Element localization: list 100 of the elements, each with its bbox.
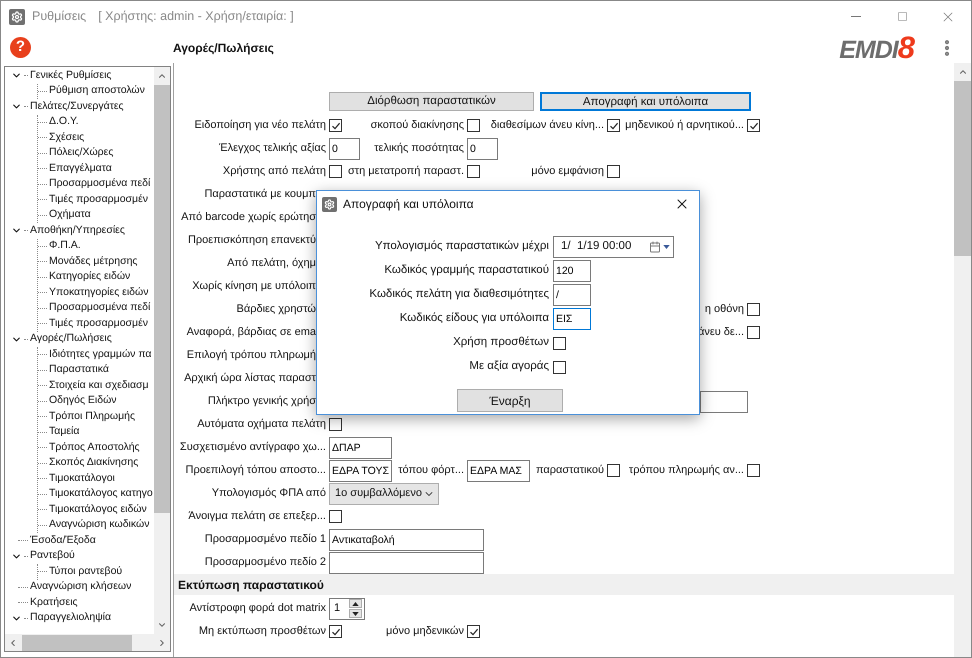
tree-item[interactable]: Δ.Ο.Υ. — [47, 114, 79, 130]
field-label: Χρήση προσθέτων — [452, 335, 550, 350]
tree-item[interactable]: Σκοπός Διακίνησης — [47, 455, 138, 472]
dropdown-select[interactable]: 1ο συμβαλλόμενο — [329, 482, 439, 504]
checkbox[interactable] — [329, 510, 342, 523]
text-field[interactable]: 0 — [329, 138, 360, 160]
tree-item[interactable]: Γενικές Ρυθμίσεις — [28, 68, 112, 84]
tree-item[interactable]: Ταμεία — [47, 424, 80, 440]
field-label: Αντίστροφη φορά dot matrix — [190, 601, 327, 616]
tree-item[interactable]: Αναγνώριση κωδικών — [47, 517, 150, 534]
tree-item[interactable]: Τιμοκατάλογοι — [47, 470, 115, 487]
tree-item[interactable]: Προσαρμοσμένα πεδί — [47, 300, 150, 316]
tree-item[interactable]: Ραντεβού — [28, 548, 75, 564]
checkbox[interactable] — [329, 119, 342, 132]
field-label: Βάρδιες χρηστώ — [236, 302, 317, 318]
tree-item[interactable]: Τιμοκατάλογος ειδών — [47, 502, 147, 518]
checkbox[interactable] — [553, 336, 566, 350]
field-label: Μη εκτύπωση προσθέτων — [198, 624, 327, 640]
tree-item[interactable]: Ιδιότητες γραμμών πα — [47, 346, 152, 363]
field-label: Χωρίς κίνηση με υπόλοιπ — [192, 279, 317, 294]
logo: EMDI8 — [839, 32, 915, 63]
tree-item[interactable]: Επαγγέλματα — [47, 160, 112, 177]
tree-item[interactable]: Προσαρμοσμένα πεδί — [47, 176, 150, 192]
checkbox[interactable] — [467, 119, 480, 132]
vertical-scrollbar[interactable] — [954, 63, 971, 657]
checkbox[interactable] — [467, 625, 480, 638]
tree-item[interactable]: Έσοδα/Έξοδα — [28, 532, 96, 549]
field-label: Επιλογή τρόπου πληρωμή — [186, 348, 317, 364]
tree-item[interactable]: Τιμές προσαρμοσμέν — [47, 192, 148, 208]
text-field[interactable]: / — [553, 284, 591, 306]
window-context: [ Χρήστης: admin - Χρήση/εταιρία: ] — [98, 8, 294, 26]
tree-item[interactable]: Αγορές/Πωλήσεις — [28, 331, 112, 348]
text-field[interactable]: ΕΙΣ — [553, 308, 591, 330]
checkbox[interactable] — [607, 464, 620, 477]
tree-item[interactable]: Πόλεις/Χώρες — [47, 145, 114, 162]
tree-item[interactable]: Φ.Π.Α. — [47, 238, 81, 254]
checkbox[interactable] — [607, 165, 620, 178]
date-picker[interactable]: 1/ 1/19 00:00 — [553, 236, 674, 258]
field-label: Υπολογισμός παραστατικών μέχρι — [374, 239, 550, 254]
tree-item[interactable]: Οχήματα — [47, 207, 91, 224]
checkbox[interactable] — [747, 464, 760, 477]
horizontal-scrollbar[interactable] — [5, 634, 170, 651]
tree-item[interactable]: Σχέσεις — [47, 130, 84, 146]
settings-icon — [322, 196, 337, 212]
text-field[interactable]: ΕΔΡΑ ΤΟΥΣ — [329, 460, 392, 482]
tree-item[interactable]: Υποκατηγορίες ειδών — [47, 284, 148, 301]
text-field[interactable]: 0 — [467, 138, 498, 160]
text-field[interactable] — [329, 552, 484, 574]
spin-down-button[interactable] — [349, 609, 362, 618]
field-label: Από barcode χωρίς ερώτησ — [181, 210, 317, 226]
tree-item[interactable]: Τρόποι Πληρωμής — [47, 408, 136, 425]
tree-item[interactable]: Κρατήσεις — [28, 594, 78, 611]
text-field[interactable]: Αντικαταβολή — [329, 528, 484, 550]
checkbox[interactable] — [329, 625, 342, 638]
text-field[interactable]: 120 — [553, 260, 591, 282]
field-label: διαθεσίμων άνευ κίνη... — [490, 118, 605, 134]
tree-item[interactable]: Πελάτες/Συνεργάτες — [28, 98, 124, 115]
start-button[interactable]: Έναρξη — [457, 389, 563, 412]
text-field[interactable]: ΕΔΡΑ ΜΑΣ — [467, 460, 530, 482]
tree-item[interactable]: Παραγγελιοληψία — [28, 610, 112, 626]
field-label: τόπου φόρτ... — [398, 463, 465, 478]
calendar-icon[interactable] — [649, 241, 661, 253]
tree-item[interactable]: Οδηγός Ειδών — [47, 393, 117, 410]
checkbox[interactable] — [607, 119, 620, 132]
checkbox[interactable] — [329, 165, 342, 178]
tree-item[interactable]: Τιμές προσαρμοσμέν — [47, 316, 148, 332]
checkbox[interactable] — [329, 418, 342, 431]
tree-item[interactable]: Τρόπος Αποστολής — [47, 440, 140, 456]
tree-item[interactable]: Στοιχεία και σχεδιασμ — [47, 378, 149, 394]
tree-item[interactable]: Μονάδες μέτρησης — [47, 254, 138, 270]
field-label: Έλεγχος τελικής αξίας — [218, 141, 327, 156]
checkbox[interactable] — [467, 165, 480, 178]
tab-button[interactable]: Απογραφή και υπόλοιπα — [540, 92, 751, 111]
tree-item[interactable]: Ρύθμιση αποστολών — [47, 83, 145, 100]
tree-item[interactable]: Αποθήκη/Υπηρεσίες — [28, 222, 125, 239]
tree-item[interactable]: Αναγνώριση κλήσεων — [28, 579, 132, 596]
vertical-scrollbar[interactable] — [154, 67, 170, 634]
tree-item[interactable]: Τύποι ραντεβού — [47, 564, 122, 580]
tree-item[interactable]: Παραστατικά — [47, 362, 109, 378]
tab-button[interactable]: Διόρθωση παραστατικών — [329, 92, 534, 111]
help-button[interactable]: ? — [10, 37, 31, 58]
checkbox[interactable] — [747, 303, 760, 316]
field-label: Αναφορά, βάρδιας σε ema — [186, 325, 317, 340]
field-label: τελικής ποσότητας — [374, 141, 465, 156]
checkbox[interactable] — [553, 360, 566, 374]
field-label: Προεπιλογή τόπου αποστο... — [186, 463, 327, 478]
dialog-title: Απογραφή και υπόλοιπα — [343, 196, 474, 213]
text-field[interactable]: ΔΠΑΡ — [329, 436, 392, 458]
spinner-field[interactable]: 1 — [329, 598, 365, 620]
spin-up-button[interactable] — [349, 599, 362, 608]
checkbox[interactable] — [747, 326, 760, 339]
field-label: μόνο μηδενικών — [386, 624, 465, 640]
caret-icon[interactable] — [663, 245, 670, 249]
text-field[interactable] — [700, 390, 748, 412]
field-label: μόνο εμφάνιση — [531, 164, 605, 180]
field-label: Προσαρμοσμένο πεδίο 2 — [204, 555, 327, 570]
tree-item[interactable]: Κατηγορίες ειδών — [47, 269, 130, 286]
field-label: Παραστατικά με κουμπ — [204, 187, 317, 202]
tree-item[interactable]: Τιμοκατάλογος κατηγο — [47, 486, 153, 502]
checkbox[interactable] — [747, 119, 760, 132]
